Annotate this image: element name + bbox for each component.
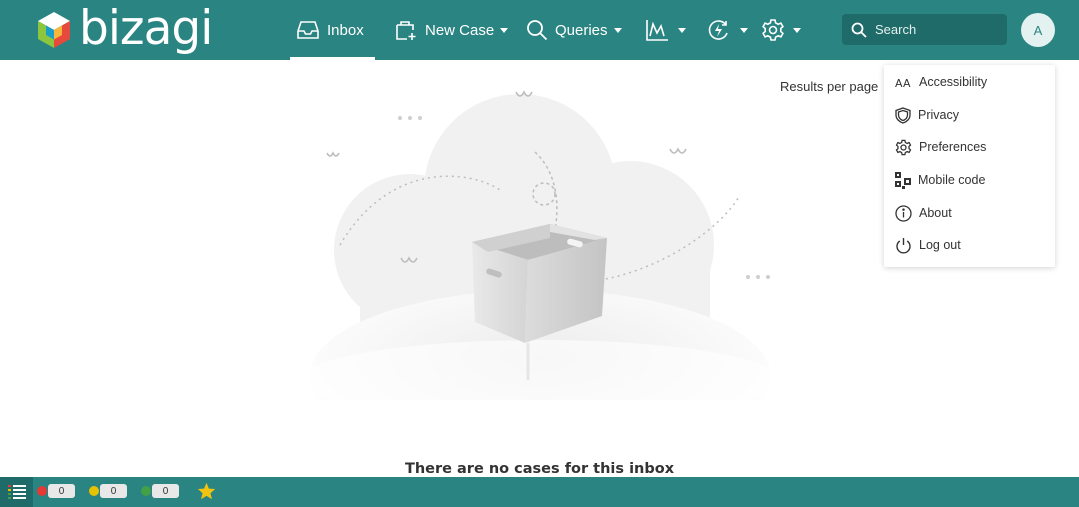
logo-text: bizagi [79,0,213,56]
shield-icon [895,106,911,124]
menu-item-log-out[interactable]: Log out [895,233,961,257]
bizagi-logo[interactable]: bizagi [37,0,213,56]
nav-processes[interactable] [707,0,748,60]
menu-item-accessibility[interactable]: A A Accessibility [895,70,987,94]
menu-item-label: Mobile code [918,173,986,187]
nav-queries-label: Queries [555,21,608,39]
menu-item-label: Accessibility [919,75,988,89]
chevron-down-icon [793,27,801,33]
chevron-down-icon [613,27,622,33]
logo-cube-icon [38,12,70,48]
overdue-count: 0 [48,484,75,498]
search-input[interactable] [873,21,1007,38]
list-icon [7,485,26,499]
nav-new-case[interactable]: New Case [395,0,509,60]
active-tab-indicator [290,57,375,60]
menu-item-label: About [919,206,952,220]
user-menu-dropdown: A A Accessibility Privacy Preferences Mo… [884,65,1055,267]
inbox-icon [297,21,319,39]
svg-text:A: A [895,77,903,89]
nav-new-case-label: New Case [425,21,495,39]
footer-bar: 0 0 0 [0,477,1079,507]
green-status-dot [141,486,151,496]
overdue-counter[interactable]: 0 [37,484,75,498]
menu-item-about[interactable]: About [895,201,952,225]
top-bar: bizagi Inbox New Case Queries Search A [0,0,1079,60]
chevron-down-icon [500,27,509,33]
analytics-chart-icon [646,20,668,41]
at-risk-counter[interactable]: 0 [89,484,127,498]
star-icon[interactable] [197,482,216,500]
chevron-down-icon [740,27,748,33]
on-time-counter[interactable]: 0 [141,484,179,498]
menu-item-label: Preferences [919,140,987,154]
text-size-icon: A A [895,77,911,89]
svg-text:A: A [903,77,911,89]
results-per-page-label: Results per page [780,79,879,94]
at-risk-count: 0 [100,484,127,498]
nav-analytics[interactable] [645,0,686,60]
search-icon [851,22,867,38]
red-status-dot [37,486,47,496]
info-icon [895,204,912,222]
menu-item-privacy[interactable]: Privacy [895,103,959,127]
nav-inbox[interactable]: Inbox [296,0,364,60]
yellow-status-dot [89,486,99,496]
empty-state-message: There are no cases for this inbox [404,461,675,477]
empty-inbox-illustration [300,90,780,400]
menu-item-mobile-code[interactable]: Mobile code [895,168,985,192]
chevron-down-icon [678,27,686,33]
nav-settings[interactable] [761,0,801,60]
new-case-icon [396,21,416,40]
gear-icon [895,139,912,155]
bolt-cycle-icon [708,20,728,40]
case-list-toggle[interactable] [0,477,33,507]
menu-item-label: Privacy [918,108,959,122]
on-time-count: 0 [152,484,179,498]
search-box[interactable] [842,14,1007,45]
menu-item-label: Log out [919,238,961,252]
nav-inbox-label: Inbox [327,21,364,39]
search-icon [527,20,548,41]
nav-queries[interactable]: Queries [526,0,622,60]
gear-icon [762,19,784,41]
menu-item-preferences[interactable]: Preferences [895,135,986,159]
user-avatar[interactable]: A [1021,13,1055,47]
qr-code-icon [895,171,911,189]
power-icon [896,237,911,254]
